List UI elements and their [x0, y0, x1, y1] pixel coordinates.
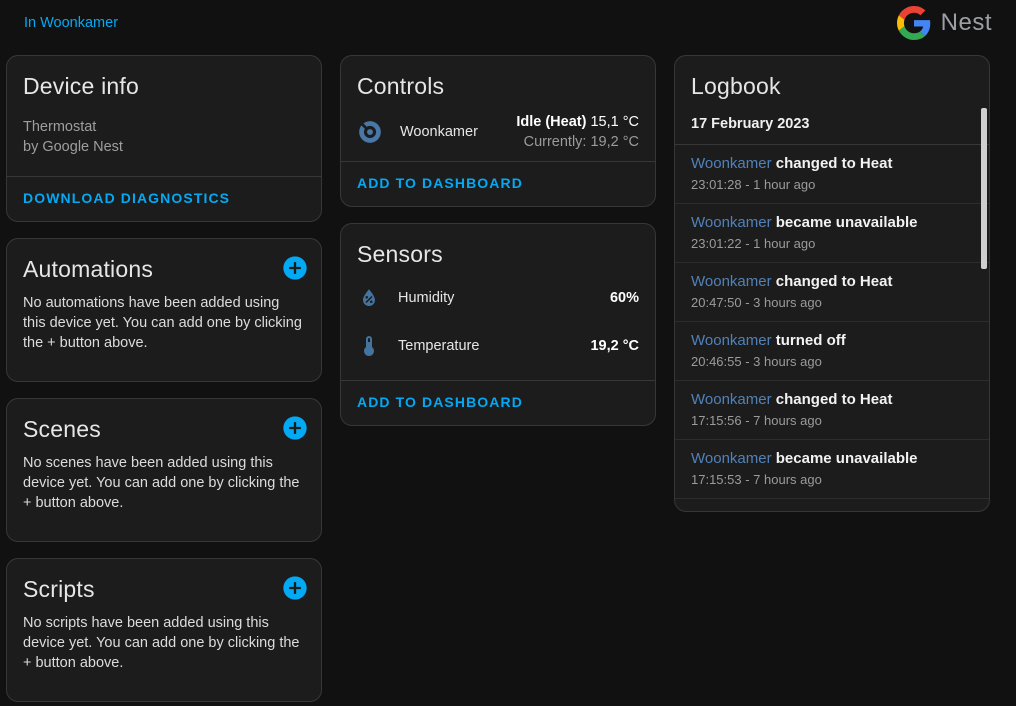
- automations-title: Automations: [7, 239, 169, 284]
- logbook-entity-link[interactable]: Woonkamer: [691, 214, 772, 231]
- logbook-entry: Woonkamer turned off 20:46:55 - 3 hours …: [675, 322, 989, 381]
- sensors-card: Sensors Humidity 60% Temperature 19,2 °C: [340, 223, 656, 426]
- sensors-title: Sensors: [341, 224, 655, 269]
- device-page-content: Device info Thermostat by Google Nest DO…: [0, 46, 1016, 702]
- logbook-entity-link[interactable]: Woonkamer: [691, 273, 772, 290]
- automations-card: Automations No automations have been add…: [6, 238, 322, 382]
- logbook-scrollbar-thumb[interactable]: [981, 108, 987, 269]
- brand-logo: Nest: [897, 6, 992, 40]
- logbook-message: turned off: [776, 332, 846, 349]
- download-diagnostics-button[interactable]: DOWNLOAD DIAGNOSTICS: [23, 190, 230, 206]
- logbook-card: Logbook 17 February 2023 Woonkamer chang…: [674, 55, 990, 512]
- thermostat-target-temp: 15,1 °C: [590, 114, 639, 130]
- logbook-message: became unavailable: [776, 214, 918, 231]
- scenes-title: Scenes: [7, 399, 117, 444]
- scripts-empty-text: No scripts have been added using this de…: [7, 604, 321, 673]
- logbook-message: changed to Heat: [776, 155, 893, 172]
- scenes-empty-text: No scenes have been added using this dev…: [7, 444, 321, 513]
- sensor-value: 60%: [610, 290, 639, 306]
- logbook-date-header: 17 February 2023: [675, 101, 989, 145]
- scenes-card: Scenes No scenes have been added using t…: [6, 398, 322, 542]
- add-script-button[interactable]: [281, 574, 309, 602]
- thermostat-current-temp: Currently: 19,2 °C: [516, 132, 639, 152]
- logbook-entry: Woonkamer changed to Heat 17:15:56 - 7 h…: [675, 381, 989, 440]
- logbook-entity-link[interactable]: Woonkamer: [691, 332, 772, 349]
- logbook-entity-link[interactable]: Woonkamer: [691, 391, 772, 408]
- sensor-row-temperature[interactable]: Temperature 19,2 °C: [341, 322, 655, 370]
- logbook-message: became unavailable: [776, 450, 918, 467]
- logbook-entry: Woonkamer became unavailable 17:15:53 - …: [675, 440, 989, 499]
- logbook-entry: Woonkamer changed to Heat 20:47:50 - 3 h…: [675, 263, 989, 322]
- automations-empty-text: No automations have been added using thi…: [7, 284, 321, 353]
- logbook-timestamp: 23:01:22 - 1 hour ago: [691, 235, 973, 253]
- device-info-title: Device info: [7, 56, 321, 101]
- logbook-entry-list: Woonkamer changed to Heat 23:01:28 - 1 h…: [675, 145, 989, 512]
- scripts-card: Scripts No scripts have been added using…: [6, 558, 322, 702]
- brand-name: Nest: [941, 9, 992, 37]
- sensor-list: Humidity 60% Temperature 19,2 °C: [341, 269, 655, 370]
- device-manufacturer: by Google Nest: [23, 137, 305, 157]
- logbook-message: changed to Heat: [776, 391, 893, 408]
- logbook-timestamp: 17:15:56 - 7 hours ago: [691, 412, 973, 430]
- logbook-timestamp: 23:01:28 - 1 hour ago: [691, 176, 973, 194]
- middle-column: Controls Woonkamer Idle (Heat) 15,1 °C: [340, 55, 656, 426]
- plus-circle-icon: [281, 414, 309, 442]
- plus-circle-icon: [281, 254, 309, 282]
- top-bar: In Woonkamer Nest: [0, 0, 1016, 46]
- controls-card: Controls Woonkamer Idle (Heat) 15,1 °C: [340, 55, 656, 207]
- thermometer-icon: [357, 334, 381, 358]
- logbook-entry: Woonkamer changed to Heat 23:01:28 - 1 h…: [675, 145, 989, 204]
- sensor-value: 19,2 °C: [590, 338, 639, 354]
- logbook-title: Logbook: [675, 56, 989, 101]
- plus-circle-icon: [281, 574, 309, 602]
- thermostat-entity-name: Woonkamer: [400, 124, 516, 140]
- controls-title: Controls: [341, 56, 655, 101]
- thermostat-dial-icon: [357, 119, 383, 145]
- water-percent-icon: [357, 286, 381, 310]
- sensor-name: Humidity: [398, 290, 610, 306]
- device-info-card: Device info Thermostat by Google Nest DO…: [6, 55, 322, 222]
- device-model: Thermostat: [23, 117, 305, 137]
- google-logo-icon: [897, 6, 931, 40]
- scripts-title: Scripts: [7, 559, 111, 604]
- add-automation-button[interactable]: [281, 254, 309, 282]
- logbook-message: changed to Heat: [776, 509, 893, 512]
- sensor-row-humidity[interactable]: Humidity 60%: [341, 274, 655, 322]
- thermostat-row[interactable]: Woonkamer Idle (Heat) 15,1 °C Currently:…: [341, 101, 655, 152]
- thermostat-hvac-state: Idle (Heat): [516, 114, 586, 130]
- sensor-name: Temperature: [398, 338, 590, 354]
- logbook-message: changed to Heat: [776, 273, 893, 290]
- thermostat-state: Idle (Heat) 15,1 °C Currently: 19,2 °C: [516, 112, 639, 152]
- device-model-manufacturer: Thermostat by Google Nest: [7, 101, 321, 157]
- logbook-timestamp: 20:47:50 - 3 hours ago: [691, 294, 973, 312]
- logbook-entity-link[interactable]: Woonkamer: [691, 509, 772, 512]
- logbook-entry: Woonkamer became unavailable 23:01:22 - …: [675, 204, 989, 263]
- left-column: Device info Thermostat by Google Nest DO…: [6, 55, 322, 702]
- logbook-entry-clipped: Woonkamer changed to Heat: [675, 499, 989, 512]
- logbook-entity-link[interactable]: Woonkamer: [691, 155, 772, 172]
- logbook-entity-link[interactable]: Woonkamer: [691, 450, 772, 467]
- controls-add-to-dashboard-button[interactable]: ADD TO DASHBOARD: [357, 175, 523, 191]
- sensors-add-to-dashboard-button[interactable]: ADD TO DASHBOARD: [357, 394, 523, 410]
- add-scene-button[interactable]: [281, 414, 309, 442]
- logbook-timestamp: 20:46:55 - 3 hours ago: [691, 353, 973, 371]
- logbook-timestamp: 17:15:53 - 7 hours ago: [691, 471, 973, 489]
- breadcrumb-back-link[interactable]: In Woonkamer: [24, 15, 118, 31]
- right-column: Logbook 17 February 2023 Woonkamer chang…: [674, 55, 990, 512]
